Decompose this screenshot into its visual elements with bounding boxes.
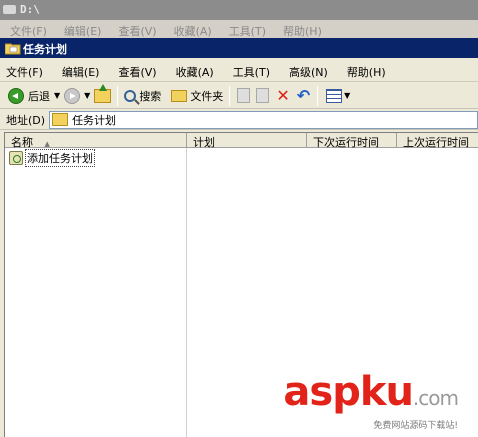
toolbar: 后退 ▼ ▼ 搜索 文件夹 ✕ ↶ ▼	[0, 83, 478, 109]
menu-file[interactable]: 文件(F)	[6, 64, 43, 81]
folders-label: 文件夹	[190, 89, 224, 103]
menu-help[interactable]: 帮助(H)	[347, 64, 386, 81]
forward-dropdown-caret-icon[interactable]: ▼	[84, 91, 90, 100]
column-next-run-label: 下次运行时间	[313, 136, 379, 148]
add-task-icon	[9, 151, 23, 165]
column-divider	[186, 148, 187, 437]
column-header-next-run[interactable]: 下次运行时间	[307, 133, 397, 148]
bg-menu-help[interactable]: 帮助(H)	[283, 23, 322, 38]
bg-menu-tools[interactable]: 工具(T)	[229, 23, 266, 38]
menu-advanced[interactable]: 高级(N)	[289, 64, 328, 81]
window-title: 任务计划	[23, 43, 67, 56]
watermark-logo: aspku.com	[283, 369, 459, 415]
address-value: 任务计划	[72, 113, 117, 127]
bg-menu-favorites[interactable]: 收藏(A)	[174, 23, 212, 38]
toolbar-separator	[317, 85, 319, 106]
list-header: 名称 ▲ 计划 下次运行时间 上次运行时间	[5, 133, 478, 148]
bg-menu-edit[interactable]: 编辑(E)	[64, 23, 102, 38]
column-header-last-run[interactable]: 上次运行时间	[397, 133, 478, 148]
back-label: 后退	[28, 89, 50, 103]
menu-favorites[interactable]: 收藏(A)	[176, 64, 214, 81]
list-item-label: 添加任务计划	[25, 149, 95, 167]
background-menubar: 文件(F) 编辑(E) 查看(V) 收藏(A) 工具(T) 帮助(H)	[0, 20, 478, 38]
bg-menu-view[interactable]: 查看(V)	[118, 23, 156, 38]
toolbar-separator	[229, 85, 231, 106]
menubar: 文件(F) 编辑(E) 查看(V) 收藏(A) 工具(T) 高级(N) 帮助(H…	[0, 60, 478, 82]
toolbar-separator	[117, 85, 119, 106]
column-schedule-label: 计划	[193, 136, 215, 148]
watermark-text: aspku	[283, 369, 414, 415]
list-item[interactable]: 添加任务计划	[9, 149, 95, 167]
search-button[interactable]: 搜索	[122, 85, 163, 107]
undo-icon[interactable]: ↶	[297, 86, 310, 105]
column-header-schedule[interactable]: 计划	[187, 133, 307, 148]
folder-icon	[171, 89, 188, 102]
column-name-label: 名称	[11, 136, 33, 148]
back-button[interactable]: 后退	[6, 85, 52, 107]
back-dropdown-caret-icon[interactable]: ▼	[54, 91, 60, 100]
window-titlebar[interactable]: 任务计划	[0, 38, 478, 58]
drive-icon	[3, 5, 16, 14]
address-bar: 地址(D) 任务计划	[0, 110, 478, 130]
forward-button[interactable]	[62, 85, 82, 107]
up-folder-icon	[94, 83, 112, 103]
forward-arrow-icon	[64, 87, 81, 104]
bg-menu-file[interactable]: 文件(F)	[10, 23, 47, 38]
address-input[interactable]: 任务计划	[49, 110, 478, 129]
address-folder-icon	[52, 113, 69, 126]
watermark-subtitle: 免费网站源码下载站!	[373, 421, 458, 431]
scheduled-tasks-folder-icon	[5, 43, 21, 55]
background-window-titlebar[interactable]: D:\	[0, 0, 478, 20]
watermark-suffix: .com	[412, 386, 459, 410]
column-header-name[interactable]: 名称 ▲	[5, 133, 187, 148]
search-label: 搜索	[139, 89, 162, 103]
background-window-title: D:\	[20, 3, 40, 16]
copy-to-icon[interactable]	[256, 88, 270, 103]
folders-button[interactable]: 文件夹	[169, 85, 225, 107]
up-folder-button[interactable]	[92, 83, 113, 107]
delete-icon[interactable]: ✕	[276, 86, 289, 105]
search-icon	[124, 89, 137, 102]
menu-tools[interactable]: 工具(T)	[233, 64, 270, 81]
address-label: 地址(D)	[6, 113, 46, 127]
views-icon[interactable]	[326, 88, 343, 103]
move-to-icon[interactable]	[237, 88, 251, 103]
back-arrow-icon	[8, 87, 24, 104]
sort-ascending-icon: ▲	[44, 140, 50, 148]
views-dropdown-caret-icon[interactable]: ▼	[344, 91, 350, 100]
column-last-run-label: 上次运行时间	[403, 136, 469, 148]
menu-edit[interactable]: 编辑(E)	[62, 64, 100, 81]
menu-view[interactable]: 查看(V)	[118, 64, 156, 81]
